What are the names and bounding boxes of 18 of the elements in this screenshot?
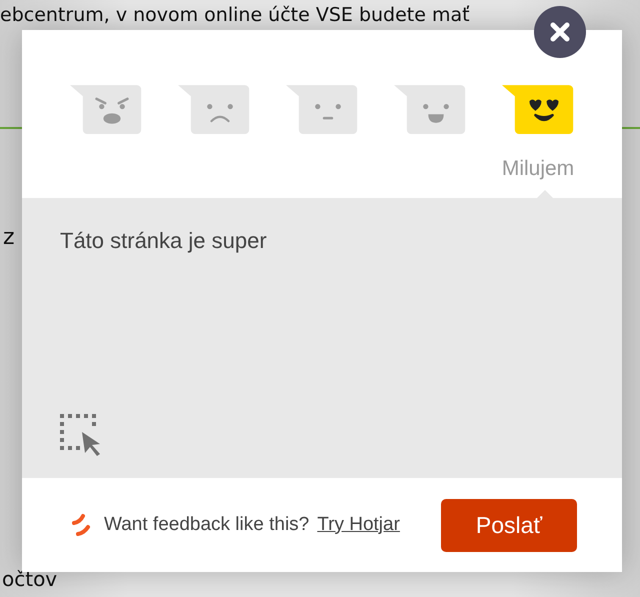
wave-logo-icon (70, 513, 92, 537)
rating-button[interactable] (502, 85, 574, 135)
rating-label: Milujem (502, 156, 574, 182)
page-text: z (3, 224, 15, 252)
comment-field[interactable]: Táto stránka je super (22, 198, 622, 478)
face-icon (286, 85, 358, 135)
page-heading: očtov (2, 567, 58, 591)
face-icon (70, 85, 142, 135)
face-icon (394, 85, 466, 135)
send-button[interactable]: Poslať (441, 498, 577, 552)
try-hotjar-link[interactable]: Try Hotjar (317, 510, 400, 540)
comment-text: Táto stránka je super (60, 227, 268, 255)
close-icon (549, 21, 571, 43)
page-text: ebcentrum, v novom online účte VSE budete mať (0, 3, 470, 27)
promo-text: Want feedback like this? (104, 512, 310, 537)
close-button[interactable] (534, 6, 586, 58)
face-icon (178, 85, 250, 135)
heart-eyes-face-icon (502, 85, 574, 135)
